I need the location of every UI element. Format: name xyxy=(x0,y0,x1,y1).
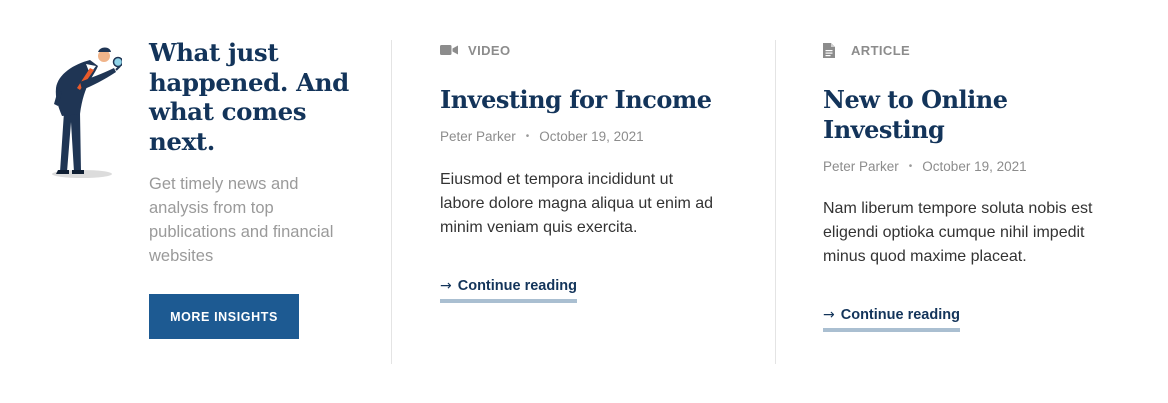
businessman-magnifier-illustration xyxy=(52,47,122,178)
column-divider xyxy=(775,40,776,364)
card-excerpt: Nam liberum tempore soluta nobis est eli… xyxy=(823,200,1093,265)
continue-reading-link[interactable]: → Continue reading xyxy=(823,307,960,332)
card-type: ARTICLE xyxy=(823,42,1123,58)
more-insights-button[interactable]: MORE INSIGHTS xyxy=(149,294,299,339)
card-meta: Peter Parker • October 19, 2021 xyxy=(440,128,740,146)
continue-reading-label: Continue reading xyxy=(457,277,577,294)
arrow-right-icon: → xyxy=(823,307,835,323)
meta-separator: • xyxy=(908,160,913,172)
meta-separator: • xyxy=(525,131,530,142)
card-title[interactable]: New to Online Investing xyxy=(823,85,1123,144)
post-date: October 19, 2021 xyxy=(539,129,644,144)
author-name: Peter Parker xyxy=(823,158,899,174)
video-camera-icon xyxy=(440,43,458,57)
arrow-right-icon: → xyxy=(440,277,452,294)
card-meta: Peter Parker • October 19, 2021 xyxy=(823,157,1123,175)
card-type-label: VIDEO xyxy=(468,42,511,58)
author-name: Peter Parker xyxy=(440,129,516,144)
intro-description: Get timely news and analysis from top pu… xyxy=(149,175,334,265)
post-date: October 19, 2021 xyxy=(922,158,1027,174)
continue-reading-link[interactable]: → Continue reading xyxy=(440,278,577,303)
continue-reading-label: Continue reading xyxy=(840,307,960,323)
article-card: ARTICLE New to Online Investing Peter Pa… xyxy=(823,42,1123,332)
column-divider xyxy=(391,40,392,364)
card-type-label: ARTICLE xyxy=(851,42,911,58)
intro-title: What just happened. And what comes next. xyxy=(149,38,349,156)
video-card: VIDEO Investing for Income Peter Parker … xyxy=(440,42,740,303)
card-type: VIDEO xyxy=(440,42,740,58)
document-icon xyxy=(823,42,841,58)
card-excerpt: Eiusmod et tempora incididunt ut labore … xyxy=(440,170,714,236)
card-title[interactable]: Investing for Income xyxy=(440,85,740,115)
